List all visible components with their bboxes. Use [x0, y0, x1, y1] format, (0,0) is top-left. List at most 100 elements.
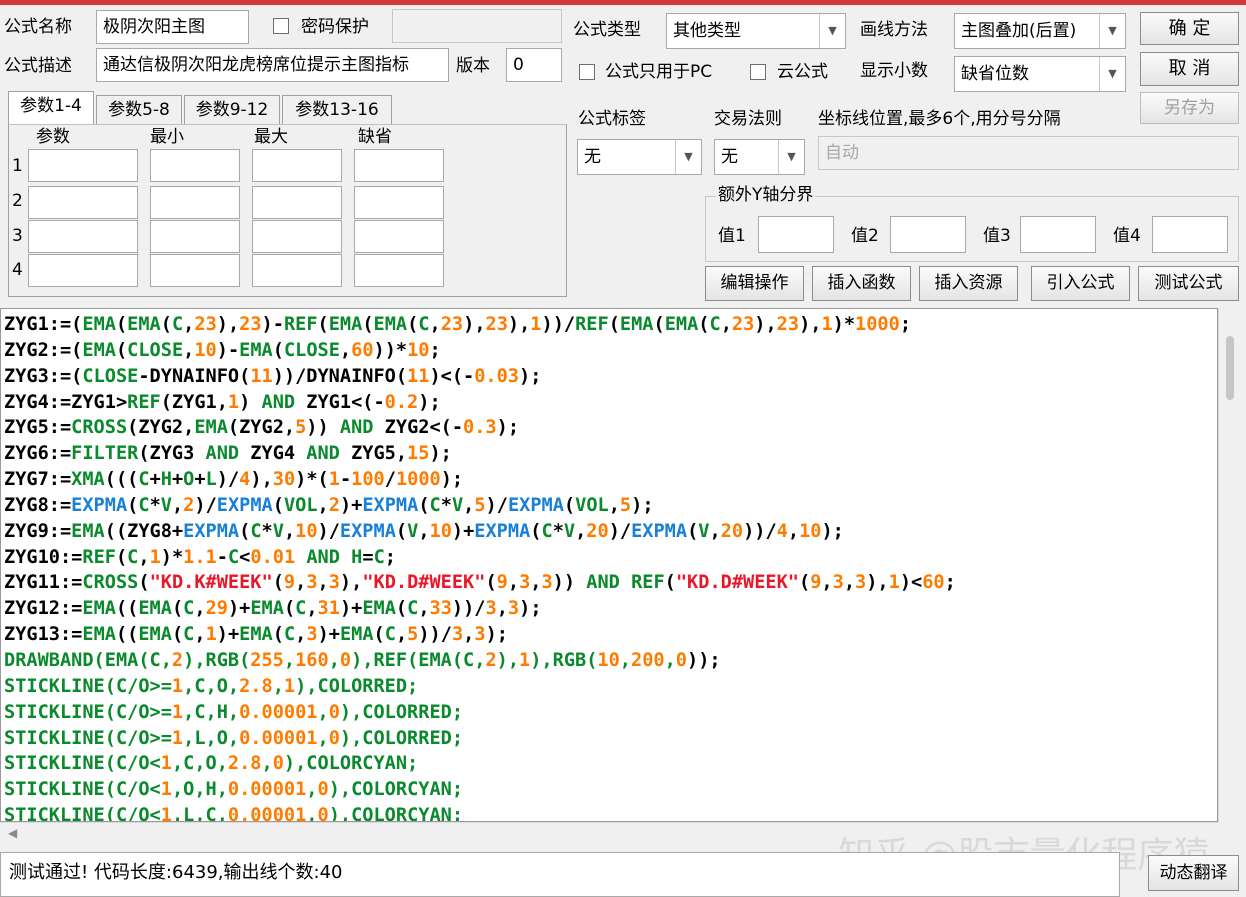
version-input[interactable]: 0: [506, 48, 562, 82]
code-token: EXPMA: [71, 494, 128, 516]
rule-select[interactable]: 无 ▼: [714, 139, 805, 175]
code-token: 3: [507, 598, 520, 620]
decimal-label: 显示小数: [860, 61, 928, 81]
code-line[interactable]: STICKLINE(C/O>=1,C,O,2.8,1),COLORRED;: [4, 674, 1217, 700]
param-max-input[interactable]: [252, 254, 342, 287]
code-line[interactable]: ZYG4:=ZYG1>REF(ZYG1,1) AND ZYG1<(-0.2);: [4, 390, 1217, 416]
arrow-left-icon[interactable]: ◀: [8, 826, 17, 840]
param-name-input[interactable]: [28, 220, 138, 253]
tab-params-1-4[interactable]: 参数1-4: [8, 91, 94, 125]
password-checkbox[interactable]: [273, 18, 289, 34]
v2-input[interactable]: [890, 216, 966, 253]
v4-input[interactable]: [1152, 216, 1228, 253]
code-line[interactable]: ZYG7:=XMA(((C+H+O+L)/4),30)*(1-100/1000)…: [4, 467, 1217, 493]
code-line[interactable]: STICKLINE(C/O>=1,C,H,0.00001,0),COLORRED…: [4, 700, 1217, 726]
code-line[interactable]: ZYG1:=(EMA(EMA(C,23),23)-REF(EMA(EMA(C,2…: [4, 312, 1217, 338]
code-line[interactable]: ZYG12:=EMA((EMA(C,29)+EMA(C,31)+EMA(C,33…: [4, 596, 1217, 622]
param-name-input[interactable]: [28, 186, 138, 219]
code-token: );: [519, 598, 542, 620]
save-as-button[interactable]: 另存为: [1140, 92, 1239, 124]
type-select[interactable]: 其他类型 ▼: [666, 13, 846, 49]
code-token: "KD.D#WEEK": [675, 572, 799, 594]
v1-input[interactable]: [758, 216, 834, 253]
param-min-input[interactable]: [150, 149, 240, 182]
code-token: ,: [317, 494, 329, 516]
code-token: C: [373, 546, 385, 568]
param-name-input[interactable]: [28, 254, 138, 287]
code-line[interactable]: STICKLINE(C/O<1,C,O,2.8,0),COLORCYAN;: [4, 751, 1217, 777]
param-max-input[interactable]: [252, 149, 342, 182]
ok-button[interactable]: 确 定: [1140, 12, 1239, 45]
code-token: ,: [463, 624, 475, 646]
code-token: ),: [339, 572, 363, 594]
desc-input[interactable]: 通达信极阴次阳龙虎榜席位提示主图指标: [96, 48, 449, 82]
code-token: (: [239, 520, 251, 542]
draw-select[interactable]: 主图叠加(后置) ▼: [954, 13, 1126, 49]
tab-params-13-16[interactable]: 参数13-16: [282, 95, 392, 125]
code-token: ),COLORRED;: [339, 727, 464, 749]
scrollbar-thumb[interactable]: [1226, 336, 1234, 400]
code-line[interactable]: ZYG11:=CROSS("KD.K#WEEK"(9,3,3),"KD.D#WE…: [4, 570, 1217, 596]
coord-input[interactable]: 自动: [818, 136, 1239, 170]
code-line[interactable]: STICKLINE(C/O>=1,L,O,0.00001,0),COLORRED…: [4, 726, 1217, 752]
param-name-input[interactable]: [28, 149, 138, 182]
code-token: (: [115, 314, 128, 335]
code-token: 10: [429, 520, 452, 542]
code-token: H: [160, 469, 172, 491]
param-default-input[interactable]: [354, 186, 444, 219]
code-token: ),RGB(: [183, 649, 251, 671]
code-token: EMA: [138, 598, 172, 620]
code-token: -: [216, 546, 228, 568]
param-min-input[interactable]: [150, 186, 240, 219]
insert-function-button[interactable]: 插入函数: [812, 266, 911, 301]
code-line[interactable]: ZYG2:=(EMA(CLOSE,10)-EMA(CLOSE,60))*10;: [4, 338, 1217, 364]
code-token: ,: [418, 520, 430, 542]
import-formula-button[interactable]: 引入公式: [1031, 266, 1130, 301]
param-min-input[interactable]: [150, 254, 240, 287]
tab-params-5-8[interactable]: 参数5-8: [96, 95, 182, 125]
param-min-input[interactable]: [150, 220, 240, 253]
code-line[interactable]: ZYG9:=EMA((ZYG8+EXPMA(C*V,10)/EXPMA(V,10…: [4, 519, 1217, 545]
v4-label: 值4: [1113, 226, 1141, 246]
v3-input[interactable]: [1020, 216, 1096, 253]
decimal-select[interactable]: 缺省位数 ▼: [954, 56, 1126, 92]
param-max-input[interactable]: [252, 186, 342, 219]
code-line[interactable]: STICKLINE(C/O<1,L,C,0.00001,0),COLORCYAN…: [4, 803, 1217, 821]
code-line[interactable]: ZYG10:=REF(C,1)*1.1-C<0.01 AND H=C;: [4, 545, 1217, 571]
code-token: 5: [619, 494, 632, 516]
insert-resource-button[interactable]: 插入资源: [919, 266, 1018, 301]
param-default-input[interactable]: [354, 254, 444, 287]
code-token: (ZYG2,: [127, 417, 195, 439]
edit-button[interactable]: 编辑操作: [705, 266, 804, 301]
param-default-input[interactable]: [354, 220, 444, 253]
code-token: AND: [586, 572, 620, 594]
code-token: ),COLORRED;: [339, 701, 464, 723]
code-token: C: [138, 494, 150, 516]
code-line[interactable]: ZYG6:=FILTER(ZYG3 AND ZYG4 AND ZYG5,15);: [4, 441, 1217, 467]
code-token: 3: [485, 598, 497, 620]
cloud-checkbox[interactable]: [750, 64, 766, 80]
tag-select[interactable]: 无 ▼: [577, 139, 702, 175]
tab-params-9-12[interactable]: 参数9-12: [184, 95, 280, 125]
code-token: )/: [485, 494, 508, 516]
pc-only-checkbox[interactable]: [579, 64, 595, 80]
code-line[interactable]: STICKLINE(C/O<1,O,H,0.00001,0),COLORCYAN…: [4, 777, 1217, 803]
param-default-input[interactable]: [354, 149, 444, 182]
code-line[interactable]: ZYG3:=(CLOSE-DYNAINFO(11))/DYNAINFO(11)<…: [4, 364, 1217, 390]
cancel-button[interactable]: 取 消: [1140, 52, 1239, 86]
code-token: )/: [608, 520, 632, 542]
code-line[interactable]: ZYG13:=EMA((EMA(C,1)+EMA(C,3)+EMA(C,5))/…: [4, 622, 1217, 648]
code-token: V: [160, 494, 172, 516]
code-line[interactable]: ZYG5:=CROSS(ZYG2,EMA(ZYG2,5)) AND ZYG2<(…: [4, 415, 1217, 441]
dynamic-translate-button[interactable]: 动态翻译: [1148, 855, 1239, 891]
code-editor[interactable]: ZYG1:=(EMA(EMA(C,23),23)-REF(EMA(EMA(C,2…: [0, 308, 1218, 822]
code-line[interactable]: DRAWBAND(EMA(C,2),RGB(255,160,0),REF(EMA…: [4, 648, 1217, 674]
code-line[interactable]: ZYG8:=EXPMA(C*V,2)/EXPMA(VOL,2)+EXPMA(C*…: [4, 493, 1217, 519]
param-max-input[interactable]: [252, 220, 342, 253]
test-formula-button[interactable]: 测试公式: [1138, 266, 1239, 301]
code-text[interactable]: ZYG1:=(EMA(EMA(C,23),23)-REF(EMA(EMA(C,2…: [1, 309, 1217, 821]
name-input[interactable]: 极阴次阳主图: [96, 10, 249, 44]
v1-label: 值1: [718, 226, 746, 246]
code-token: (: [272, 339, 284, 361]
